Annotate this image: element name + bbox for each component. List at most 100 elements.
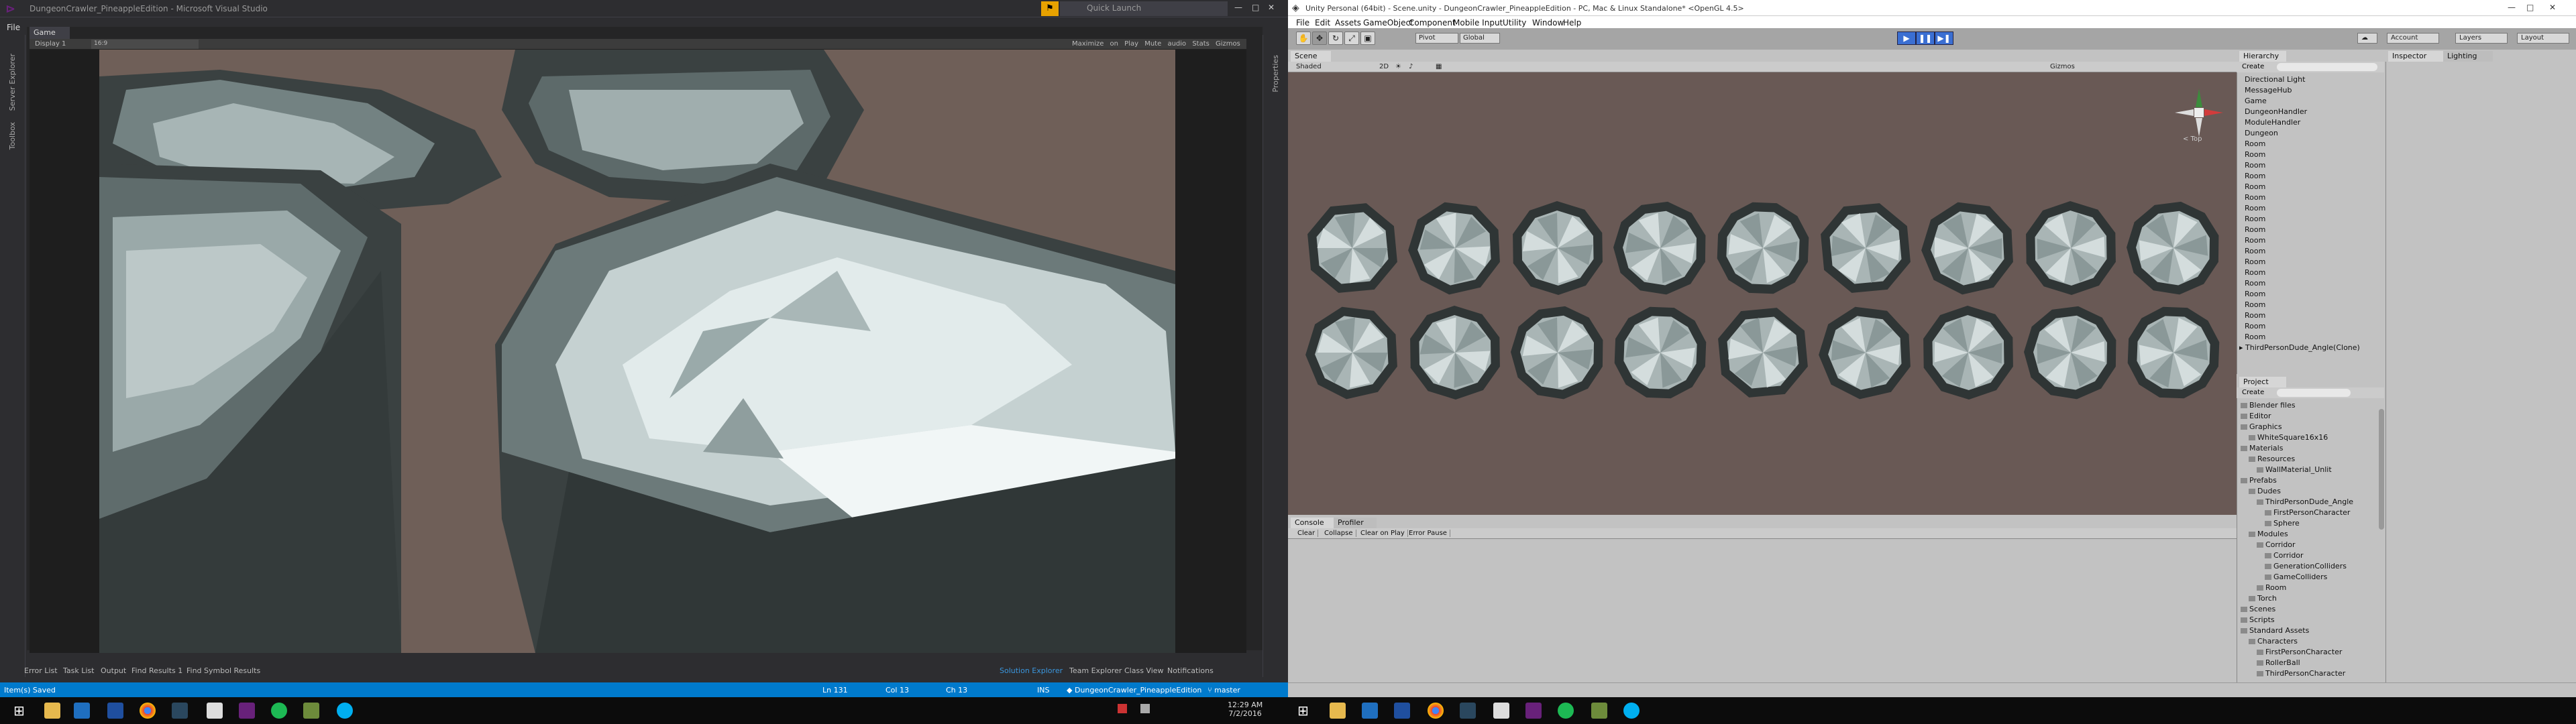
- tab-project[interactable]: Project: [2239, 377, 2286, 387]
- minimize-icon[interactable]: —: [2508, 3, 2516, 12]
- app-icon-1[interactable]: [74, 703, 90, 719]
- project-create-button[interactable]: Create: [2242, 389, 2264, 396]
- menu-assets[interactable]: Assets: [1335, 18, 1361, 27]
- tab-inspector[interactable]: Inspector: [2388, 51, 2443, 62]
- project-item[interactable]: Scenes: [2241, 605, 2275, 613]
- tab-game[interactable]: Game: [30, 27, 70, 39]
- hand-tool-icon[interactable]: ✋: [1296, 32, 1311, 45]
- hierarchy-create-button[interactable]: Create: [2242, 63, 2264, 70]
- pause-icon[interactable]: ❚❚: [1916, 32, 1935, 45]
- hierarchy-search-input[interactable]: [2277, 63, 2377, 71]
- project-item[interactable]: Blender files: [2241, 401, 2296, 410]
- hierarchy-item[interactable]: Room: [2245, 333, 2265, 341]
- hierarchy-item[interactable]: Room: [2245, 322, 2265, 330]
- steam-icon[interactable]: [1460, 703, 1476, 719]
- project-item[interactable]: Prefabs: [2241, 476, 2277, 485]
- hierarchy-item[interactable]: DungeonHandler: [2245, 107, 2307, 116]
- hierarchy-item[interactable]: Room: [2245, 172, 2265, 180]
- account-dropdown[interactable]: Account: [2387, 33, 2439, 44]
- visual-studio-taskbar-icon[interactable]: [239, 703, 255, 719]
- 2d-toggle[interactable]: 2D: [1379, 63, 1389, 70]
- project-item[interactable]: WhiteSquare16x16: [2249, 433, 2328, 442]
- unity-icon[interactable]: [207, 703, 223, 719]
- hierarchy-item[interactable]: Game: [2245, 97, 2267, 105]
- project-item[interactable]: Room: [2257, 583, 2286, 592]
- play-icon[interactable]: ▶: [1897, 32, 1916, 45]
- status-project[interactable]: ◆ DungeonCrawler_PineappleEdition: [1067, 686, 1201, 695]
- project-item[interactable]: Standard Assets: [2241, 626, 2309, 635]
- hierarchy-item[interactable]: ▸ ThirdPersonDude_Angle(Clone): [2239, 343, 2360, 352]
- tab-solution-explorer[interactable]: Solution Explorer: [1000, 666, 1063, 675]
- menu-edit[interactable]: Edit: [1315, 18, 1330, 27]
- menu-help[interactable]: Help: [1563, 18, 1581, 27]
- scale-tool-icon[interactable]: ⤢: [1344, 32, 1359, 45]
- project-item[interactable]: Torch: [2249, 594, 2277, 603]
- menu-utility[interactable]: Utility: [1503, 18, 1526, 27]
- project-item[interactable]: Graphics: [2241, 422, 2282, 431]
- move-tool-icon[interactable]: ✥: [1312, 32, 1327, 45]
- display-select[interactable]: Display 1: [35, 39, 66, 50]
- skype-icon[interactable]: [337, 703, 353, 719]
- game-viewport[interactable]: [99, 50, 1175, 653]
- tab-notifications[interactable]: Notifications: [1167, 666, 1214, 675]
- hierarchy-item[interactable]: Room: [2245, 182, 2265, 191]
- app-icon-2[interactable]: [1394, 703, 1410, 719]
- hierarchy-item[interactable]: Room: [2245, 236, 2265, 245]
- project-item[interactable]: Resources: [2249, 455, 2295, 463]
- properties-tab[interactable]: Properties: [1271, 55, 1280, 93]
- hierarchy-item[interactable]: Room: [2245, 247, 2265, 255]
- hierarchy-item[interactable]: Room: [2245, 268, 2265, 277]
- chrome-icon[interactable]: [140, 703, 156, 719]
- hierarchy-item[interactable]: Dungeon: [2245, 129, 2278, 137]
- menu-component[interactable]: Component: [1409, 18, 1456, 27]
- project-item[interactable]: FirstPersonCharacter: [2265, 508, 2350, 517]
- project-item[interactable]: Corridor: [2265, 551, 2304, 560]
- hierarchy-item[interactable]: Room: [2245, 193, 2265, 202]
- maximize-icon[interactable]: □: [2526, 3, 2534, 12]
- cloud-icon[interactable]: ☁: [2357, 33, 2377, 44]
- tab-class-view[interactable]: Class View: [1124, 666, 1164, 675]
- hierarchy-item[interactable]: Room: [2245, 139, 2265, 148]
- maximize-icon[interactable]: □: [1252, 3, 1259, 12]
- project-item[interactable]: ThirdPersonCharacter: [2257, 669, 2345, 678]
- console-clear-button[interactable]: Clear: [1295, 530, 1319, 537]
- project-item[interactable]: Editor: [2241, 412, 2271, 420]
- audio-toggle-icon[interactable]: ♪: [1409, 63, 1413, 70]
- hierarchy-item[interactable]: Room: [2245, 300, 2265, 309]
- tab-console[interactable]: Console: [1291, 518, 1334, 528]
- tab-team-explorer[interactable]: Team Explorer: [1069, 666, 1122, 675]
- spotify-icon[interactable]: [271, 703, 287, 719]
- menu-window[interactable]: Window: [1532, 18, 1564, 27]
- project-item[interactable]: Scripts: [2241, 615, 2275, 624]
- hierarchy-item[interactable]: Room: [2245, 225, 2265, 234]
- project-item[interactable]: WallMaterial_Unlit: [2257, 465, 2332, 474]
- lighting-toggle-icon[interactable]: ☀: [1395, 63, 1401, 70]
- tab-find-symbol-results[interactable]: Find Symbol Results: [186, 666, 260, 675]
- tab-lighting[interactable]: Lighting: [2443, 51, 2493, 62]
- project-item[interactable]: Modules: [2249, 530, 2288, 538]
- project-item[interactable]: GenerationColliders: [2265, 562, 2347, 570]
- close-icon[interactable]: ✕: [2549, 3, 2556, 12]
- step-icon[interactable]: ▶❚: [1935, 32, 1953, 45]
- windows-start-icon[interactable]: ⊞: [1297, 703, 1313, 719]
- project-item[interactable]: Dudes: [2249, 487, 2281, 495]
- project-scrollbar[interactable]: [2379, 409, 2384, 530]
- effects-toggle-icon[interactable]: ▦: [1436, 63, 1442, 70]
- tab-profiler[interactable]: Profiler: [1334, 518, 1377, 528]
- layers-dropdown[interactable]: Layers: [2455, 33, 2508, 44]
- minecraft-icon[interactable]: [1591, 703, 1607, 719]
- hierarchy-item[interactable]: Room: [2245, 204, 2265, 213]
- project-item[interactable]: Corridor: [2257, 540, 2296, 549]
- project-item[interactable]: Characters: [2249, 637, 2298, 646]
- menu-gameobject[interactable]: GameObject: [1363, 18, 1413, 27]
- notification-flag-icon[interactable]: ⚑: [1041, 1, 1059, 16]
- console-collapse-button[interactable]: Collapse: [1322, 530, 1356, 537]
- tray-icon-1[interactable]: [1118, 704, 1127, 713]
- rect-tool-icon[interactable]: ▣: [1360, 32, 1375, 45]
- game-view-options[interactable]: Maximize on Play Mute audio Stats Gizmos: [1072, 39, 1240, 50]
- steam-icon[interactable]: [172, 703, 188, 719]
- spotify-icon[interactable]: [1558, 703, 1574, 719]
- global-toggle[interactable]: Global: [1460, 33, 1500, 44]
- skype-icon[interactable]: [1623, 703, 1640, 719]
- server-explorer-tab[interactable]: Server Explorer: [8, 54, 17, 111]
